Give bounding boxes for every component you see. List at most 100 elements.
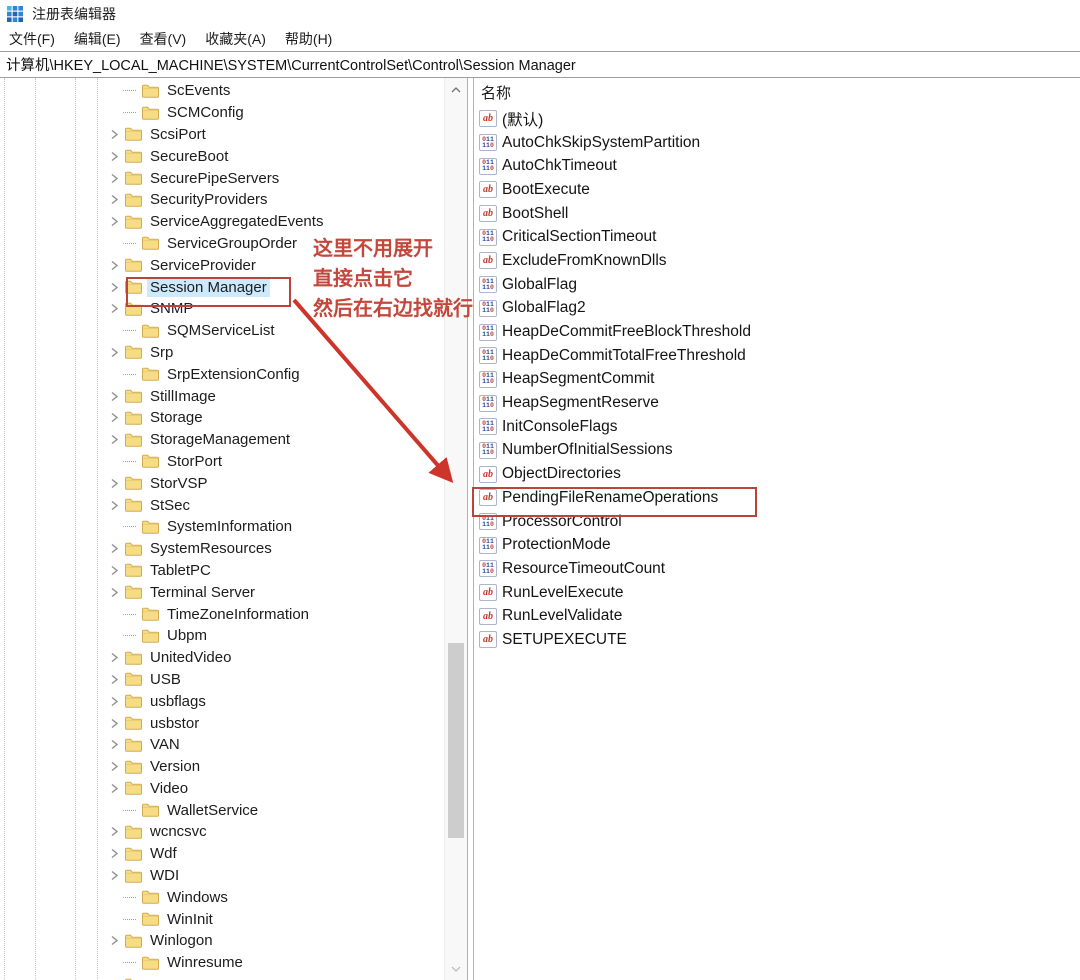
tree-item[interactable]: Version (0, 756, 445, 778)
menu-help[interactable]: 帮助(H) (278, 27, 339, 51)
menu-favorites[interactable]: 收藏夹(A) (198, 27, 273, 51)
tree-item[interactable]: StillImage (0, 385, 445, 407)
value-item[interactable]: SETUPEXECUTE (474, 628, 1080, 652)
expand-chevron-icon[interactable] (106, 652, 123, 663)
tree-item[interactable] (0, 974, 445, 980)
tree-item[interactable]: usbstor (0, 712, 445, 734)
value-item[interactable]: HeapDeCommitTotalFreeThreshold (474, 344, 1080, 368)
scroll-up-icon[interactable] (445, 82, 467, 98)
expand-chevron-icon[interactable] (106, 565, 123, 576)
expand-chevron-icon[interactable] (106, 739, 123, 750)
expand-chevron-icon[interactable] (106, 303, 123, 314)
tree-item[interactable]: WDI (0, 865, 445, 887)
value-item[interactable]: HeapSegmentCommit (474, 368, 1080, 392)
tree-item[interactable]: SrpExtensionConfig (0, 363, 445, 385)
tree-item[interactable]: SecurePipeServers (0, 167, 445, 189)
tree-item[interactable]: VAN (0, 734, 445, 756)
expand-chevron-icon[interactable] (106, 826, 123, 837)
tree-item[interactable]: Srp (0, 342, 445, 364)
value-item[interactable]: PendingFileRenameOperations (474, 486, 1080, 510)
tree-item[interactable]: TimeZoneInformation (0, 603, 445, 625)
scroll-down-icon[interactable] (445, 961, 467, 977)
tree-item[interactable]: StorageManagement (0, 429, 445, 451)
expand-chevron-icon[interactable] (106, 434, 123, 445)
expand-chevron-icon[interactable] (106, 696, 123, 707)
tree-item[interactable]: ScsiPort (0, 124, 445, 146)
expand-chevron-icon[interactable] (106, 500, 123, 511)
value-item[interactable]: InitConsoleFlags (474, 415, 1080, 439)
expand-chevron-icon[interactable] (106, 848, 123, 859)
expand-chevron-icon[interactable] (106, 543, 123, 554)
tree-item[interactable]: Storage (0, 407, 445, 429)
value-item[interactable]: BootShell (474, 202, 1080, 226)
expand-chevron-icon[interactable] (106, 587, 123, 598)
expand-chevron-icon[interactable] (106, 718, 123, 729)
expand-chevron-icon[interactable] (106, 347, 123, 358)
menu-view[interactable]: 查看(V) (133, 27, 194, 51)
menu-file[interactable]: 文件(F) (2, 27, 62, 51)
tree-item[interactable]: StorVSP (0, 472, 445, 494)
value-item[interactable]: CriticalSectionTimeout (474, 225, 1080, 249)
menu-edit[interactable]: 编辑(E) (67, 27, 128, 51)
tree-item[interactable]: WinInit (0, 908, 445, 930)
value-item[interactable]: AutoChkSkipSystemPartition (474, 131, 1080, 155)
value-item[interactable]: ObjectDirectories (474, 462, 1080, 486)
value-item[interactable]: ExcludeFromKnownDlls (474, 249, 1080, 273)
expand-chevron-icon[interactable] (106, 870, 123, 881)
tree-item[interactable]: SNMP (0, 298, 445, 320)
expand-chevron-icon[interactable] (106, 173, 123, 184)
tree-item[interactable]: ServiceAggregatedEvents (0, 211, 445, 233)
value-item[interactable]: RunLevelValidate (474, 604, 1080, 628)
expand-chevron-icon[interactable] (106, 478, 123, 489)
scrollbar-thumb[interactable] (448, 643, 464, 838)
value-item[interactable]: HeapDeCommitFreeBlockThreshold (474, 320, 1080, 344)
expand-chevron-icon[interactable] (106, 783, 123, 794)
tree-item[interactable]: Terminal Server (0, 581, 445, 603)
column-header-name[interactable]: 名称 (474, 78, 1080, 107)
tree-item[interactable]: StorPort (0, 451, 445, 473)
expand-chevron-icon[interactable] (106, 935, 123, 946)
tree-item[interactable]: Wdf (0, 843, 445, 865)
tree-item[interactable]: SecurityProviders (0, 189, 445, 211)
tree-item[interactable]: WalletService (0, 799, 445, 821)
tree-item[interactable]: Video (0, 778, 445, 800)
tree-item[interactable]: USB (0, 669, 445, 691)
expand-chevron-icon[interactable] (106, 412, 123, 423)
expand-chevron-icon[interactable] (106, 194, 123, 205)
pane-splitter[interactable] (467, 78, 474, 980)
tree-item[interactable]: UnitedVideo (0, 647, 445, 669)
value-item[interactable]: NumberOfInitialSessions (474, 439, 1080, 463)
registry-path-input[interactable] (0, 57, 1080, 73)
expand-chevron-icon[interactable] (106, 129, 123, 140)
tree-item[interactable]: StSec (0, 494, 445, 516)
tree-item[interactable]: SystemInformation (0, 516, 445, 538)
tree-item[interactable]: ScEvents (0, 80, 445, 102)
value-item[interactable]: ProtectionMode (474, 533, 1080, 557)
value-item[interactable]: RunLevelExecute (474, 581, 1080, 605)
value-item[interactable]: (默认) (474, 107, 1080, 131)
tree-item[interactable]: Windows (0, 886, 445, 908)
expand-chevron-icon[interactable] (106, 151, 123, 162)
expand-chevron-icon[interactable] (106, 282, 123, 293)
tree-item[interactable]: ServiceGroupOrder (0, 233, 445, 255)
tree-item[interactable]: usbflags (0, 690, 445, 712)
tree-scrollbar[interactable] (444, 78, 467, 980)
value-item[interactable]: HeapSegmentReserve (474, 391, 1080, 415)
tree-item[interactable]: SystemResources (0, 538, 445, 560)
expand-chevron-icon[interactable] (106, 216, 123, 227)
tree-item[interactable]: TabletPC (0, 560, 445, 582)
tree-item[interactable]: SCMConfig (0, 102, 445, 124)
tree-item[interactable]: Winlogon (0, 930, 445, 952)
tree-item[interactable]: Winresume (0, 952, 445, 974)
tree-item[interactable]: Ubpm (0, 625, 445, 647)
value-item[interactable]: AutoChkTimeout (474, 154, 1080, 178)
expand-chevron-icon[interactable] (106, 391, 123, 402)
value-item[interactable]: ResourceTimeoutCount (474, 557, 1080, 581)
tree-item[interactable]: ServiceProvider (0, 254, 445, 276)
tree-item[interactable]: SQMServiceList (0, 320, 445, 342)
value-item[interactable]: ProcessorControl (474, 510, 1080, 534)
expand-chevron-icon[interactable] (106, 260, 123, 271)
value-item[interactable]: GlobalFlag2 (474, 297, 1080, 321)
expand-chevron-icon[interactable] (106, 761, 123, 772)
value-item[interactable]: GlobalFlag (474, 273, 1080, 297)
